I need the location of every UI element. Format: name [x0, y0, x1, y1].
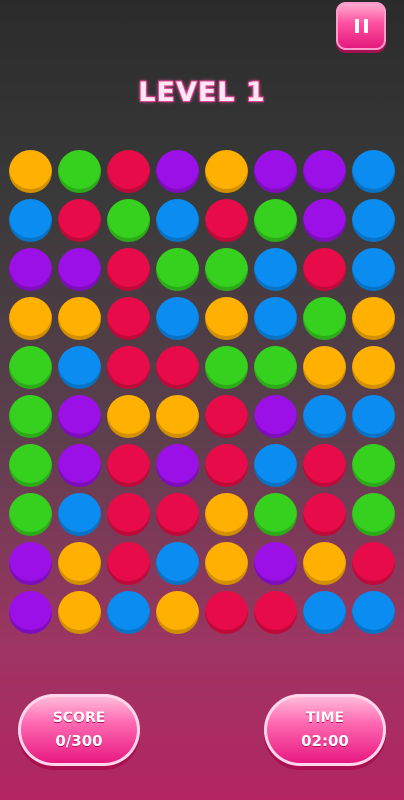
ball-blue[interactable]: [254, 297, 297, 340]
ball-purple[interactable]: [156, 150, 199, 193]
ball-red[interactable]: [107, 297, 150, 340]
ball-red[interactable]: [107, 493, 150, 536]
ball-red[interactable]: [303, 444, 346, 487]
ball-red[interactable]: [107, 150, 150, 193]
ball-yellow[interactable]: [9, 150, 52, 193]
ball-yellow[interactable]: [58, 542, 101, 585]
ball-blue[interactable]: [352, 395, 395, 438]
ball-green[interactable]: [107, 199, 150, 242]
ball-red[interactable]: [107, 444, 150, 487]
ball-blue[interactable]: [156, 199, 199, 242]
score-panel: SCORE 0/300: [18, 694, 140, 766]
ball-purple[interactable]: [303, 199, 346, 242]
ball-yellow[interactable]: [9, 297, 52, 340]
ball-yellow[interactable]: [303, 346, 346, 389]
ball-yellow[interactable]: [352, 346, 395, 389]
ball-red[interactable]: [352, 542, 395, 585]
ball-blue[interactable]: [352, 591, 395, 634]
ball-yellow[interactable]: [205, 542, 248, 585]
ball-red[interactable]: [205, 199, 248, 242]
ball-purple[interactable]: [58, 248, 101, 291]
ball-blue[interactable]: [9, 199, 52, 242]
ball-yellow[interactable]: [107, 395, 150, 438]
ball-blue[interactable]: [303, 395, 346, 438]
ball-green[interactable]: [9, 444, 52, 487]
ball-green[interactable]: [205, 346, 248, 389]
time-panel: TIME 02:00: [264, 694, 386, 766]
ball-green[interactable]: [254, 199, 297, 242]
pause-icon: [354, 19, 368, 33]
ball-blue[interactable]: [107, 591, 150, 634]
ball-red[interactable]: [107, 346, 150, 389]
ball-yellow[interactable]: [205, 150, 248, 193]
ball-green[interactable]: [58, 150, 101, 193]
ball-green[interactable]: [9, 493, 52, 536]
level-title: LEVEL 1: [137, 76, 266, 109]
ball-purple[interactable]: [9, 542, 52, 585]
ball-yellow[interactable]: [58, 297, 101, 340]
ball-red[interactable]: [205, 444, 248, 487]
ball-red[interactable]: [156, 346, 199, 389]
game-board: [6, 147, 398, 637]
ball-red[interactable]: [107, 248, 150, 291]
score-value: 0/300: [55, 732, 103, 750]
ball-blue[interactable]: [352, 248, 395, 291]
ball-purple[interactable]: [303, 150, 346, 193]
ball-purple[interactable]: [254, 395, 297, 438]
ball-yellow[interactable]: [156, 395, 199, 438]
ball-red[interactable]: [205, 395, 248, 438]
ball-green[interactable]: [156, 248, 199, 291]
ball-purple[interactable]: [58, 395, 101, 438]
ball-red[interactable]: [156, 493, 199, 536]
ball-purple[interactable]: [254, 542, 297, 585]
ball-blue[interactable]: [156, 297, 199, 340]
ball-green[interactable]: [303, 297, 346, 340]
ball-red[interactable]: [303, 493, 346, 536]
ball-red[interactable]: [58, 199, 101, 242]
ball-blue[interactable]: [254, 444, 297, 487]
ball-yellow[interactable]: [156, 591, 199, 634]
ball-blue[interactable]: [58, 346, 101, 389]
ball-blue[interactable]: [156, 542, 199, 585]
ball-red[interactable]: [303, 248, 346, 291]
ball-purple[interactable]: [58, 444, 101, 487]
ball-yellow[interactable]: [352, 297, 395, 340]
ball-blue[interactable]: [352, 150, 395, 193]
ball-red[interactable]: [107, 542, 150, 585]
ball-purple[interactable]: [156, 444, 199, 487]
score-label: SCORE: [52, 710, 106, 726]
ball-purple[interactable]: [9, 248, 52, 291]
ball-blue[interactable]: [58, 493, 101, 536]
ball-green[interactable]: [352, 444, 395, 487]
ball-green[interactable]: [254, 346, 297, 389]
ball-green[interactable]: [9, 395, 52, 438]
ball-red[interactable]: [205, 591, 248, 634]
ball-yellow[interactable]: [205, 493, 248, 536]
ball-blue[interactable]: [254, 248, 297, 291]
pause-button[interactable]: [336, 2, 386, 50]
time-label: TIME: [305, 710, 345, 726]
ball-red[interactable]: [254, 591, 297, 634]
ball-green[interactable]: [254, 493, 297, 536]
ball-purple[interactable]: [9, 591, 52, 634]
ball-blue[interactable]: [352, 199, 395, 242]
ball-yellow[interactable]: [205, 297, 248, 340]
ball-green[interactable]: [205, 248, 248, 291]
ball-yellow[interactable]: [58, 591, 101, 634]
ball-green[interactable]: [352, 493, 395, 536]
ball-blue[interactable]: [303, 591, 346, 634]
ball-purple[interactable]: [254, 150, 297, 193]
ball-yellow[interactable]: [303, 542, 346, 585]
ball-green[interactable]: [9, 346, 52, 389]
time-value: 02:00: [301, 732, 349, 750]
